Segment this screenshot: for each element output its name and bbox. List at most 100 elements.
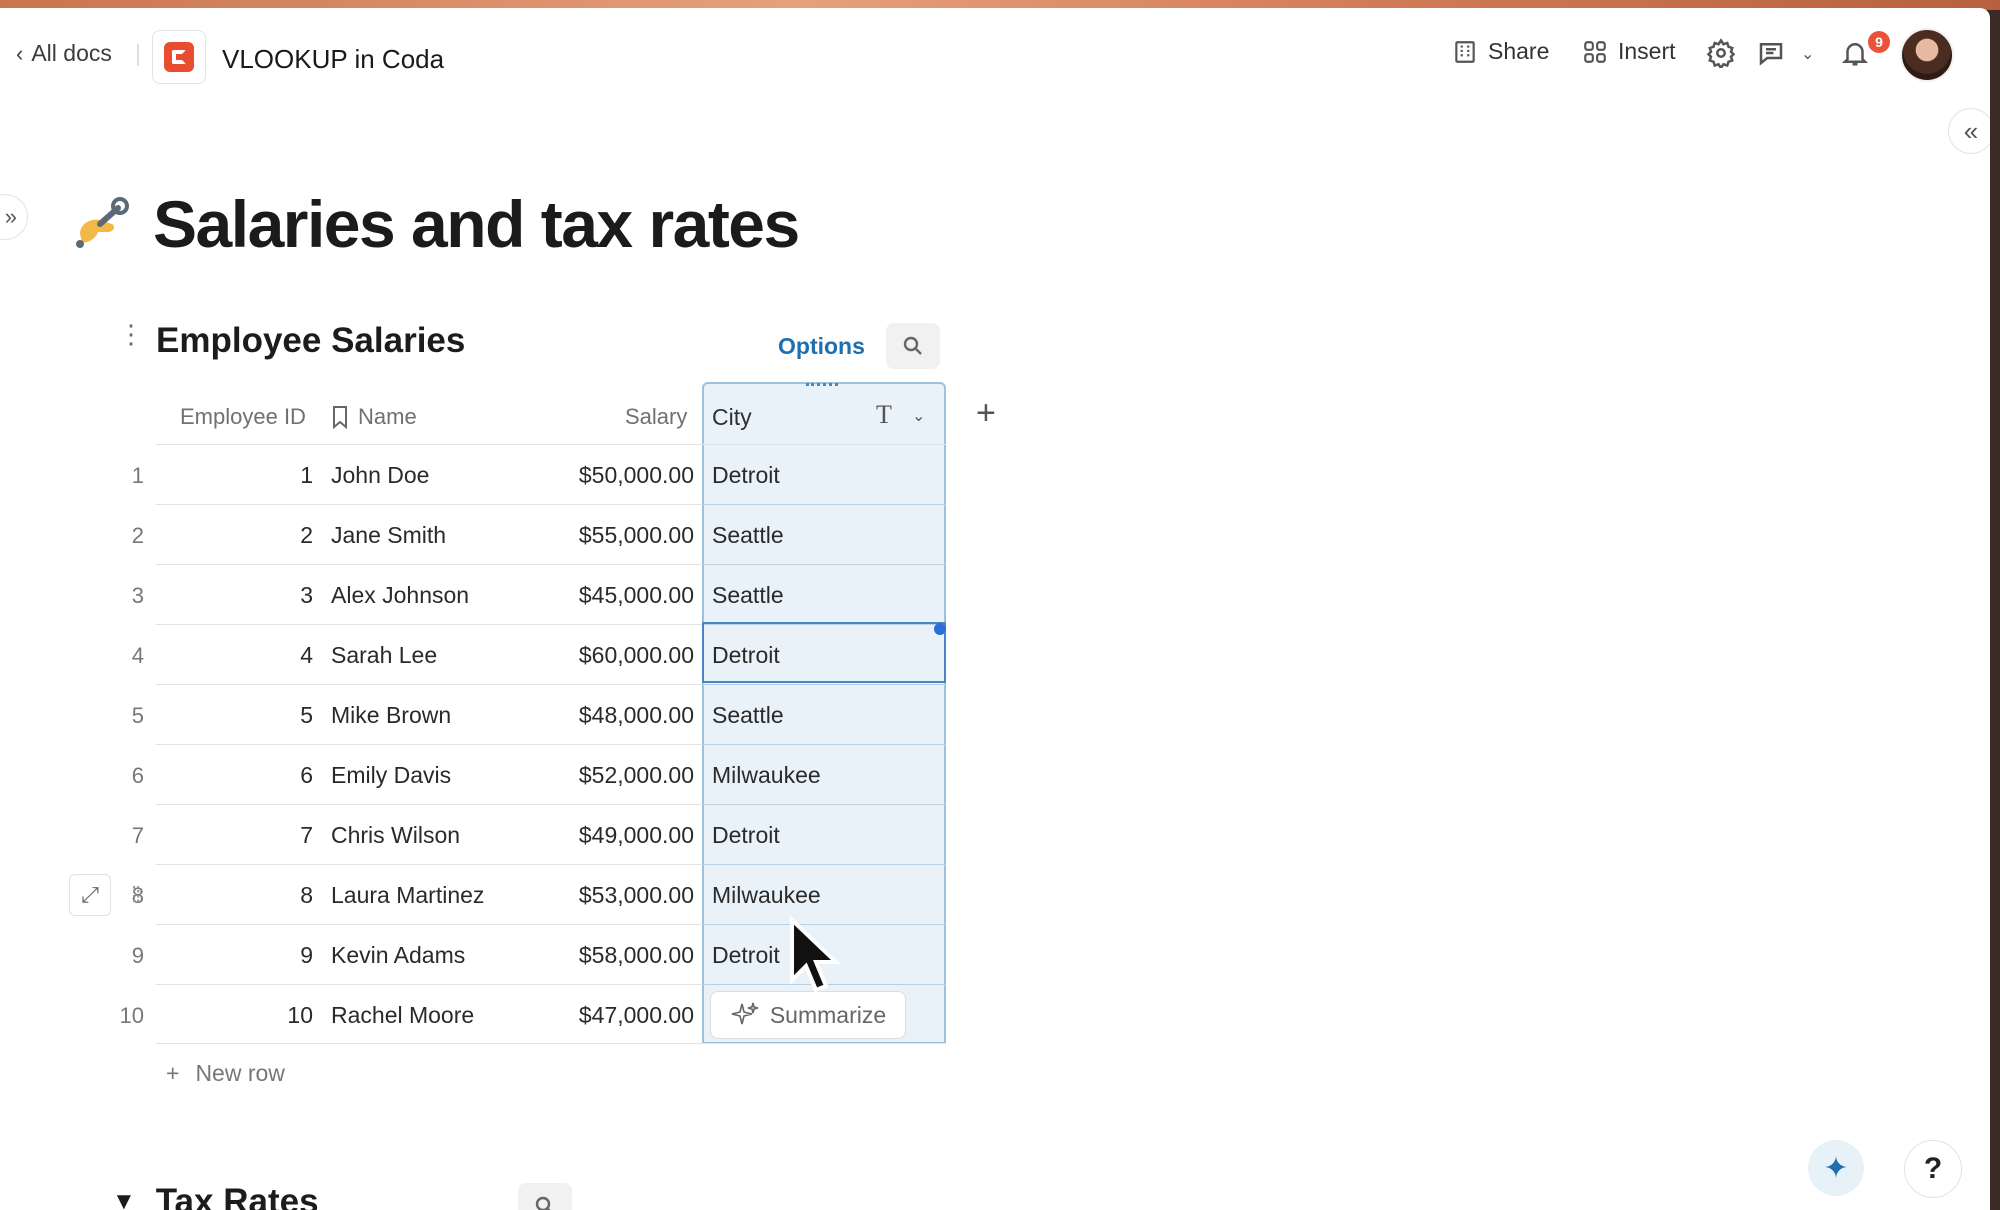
header-divider <box>137 44 139 66</box>
comments-dropdown-chevron-down-icon[interactable]: ⌄ <box>1801 44 1814 64</box>
cell-employee-id[interactable]: 9 <box>153 942 313 969</box>
cell-salary[interactable]: $47,000.00 <box>434 1002 694 1029</box>
city-row-divider <box>702 744 946 745</box>
column-header-name[interactable]: Name <box>330 404 417 430</box>
cell-salary[interactable]: $45,000.00 <box>434 582 694 609</box>
fill-handle[interactable] <box>934 623 946 635</box>
comments-button[interactable] <box>1756 38 1786 73</box>
city-row-divider <box>702 804 946 805</box>
table-bottom-border <box>156 1043 946 1044</box>
cell-salary[interactable]: $49,000.00 <box>434 822 694 849</box>
tax-rates-section-header[interactable]: ▼ Tax Rates <box>112 1182 319 1210</box>
all-docs-link[interactable]: ‹ All docs <box>16 40 112 67</box>
doc-header: ‹ All docs VLOOKUP in Coda Share Insert … <box>0 8 1990 98</box>
cell-employee-id[interactable]: 1 <box>153 462 313 489</box>
tax-table-search-button[interactable] <box>518 1183 572 1210</box>
doc-title[interactable]: VLOOKUP in Coda <box>222 44 444 75</box>
notifications-button[interactable] <box>1840 38 1870 73</box>
insert-button[interactable]: Insert <box>1582 38 1676 65</box>
cell-city[interactable]: Seattle <box>712 522 784 549</box>
cell-city[interactable]: Milwaukee <box>712 882 821 909</box>
cell-employee-id[interactable]: 6 <box>153 762 313 789</box>
doc-logo-icon[interactable] <box>152 30 206 84</box>
cell-salary[interactable]: $52,000.00 <box>434 762 694 789</box>
cell-city[interactable]: Seattle <box>712 702 784 729</box>
cell-salary[interactable]: $55,000.00 <box>434 522 694 549</box>
insert-label: Insert <box>1618 38 1676 64</box>
cell-employee-id[interactable]: 7 <box>153 822 313 849</box>
building-icon <box>1455 40 1475 63</box>
help-button[interactable]: ? <box>1904 1140 1962 1198</box>
page-title: Salaries and tax rates <box>153 187 800 261</box>
city-row-divider <box>702 684 946 685</box>
row-number: 7 <box>131 823 144 848</box>
city-row-divider <box>702 504 946 505</box>
chevron-left-icon: ‹ <box>16 40 24 66</box>
expand-sidebar-double-chevron-right-icon[interactable]: » <box>0 194 28 240</box>
row-number: 1 <box>131 463 144 488</box>
all-docs-label: All docs <box>31 40 112 66</box>
bookmark-icon <box>333 406 347 429</box>
cell-city[interactable]: Detroit <box>712 462 780 489</box>
search-icon <box>903 336 922 355</box>
wrench-hand-icon <box>76 197 129 248</box>
row-number: 9 <box>131 943 144 968</box>
row-number: 5 <box>131 703 144 728</box>
settings-button[interactable] <box>1706 38 1736 73</box>
table-options-button[interactable]: Options <box>778 333 865 360</box>
cell-salary[interactable]: $53,000.00 <box>434 882 694 909</box>
column-header-employee-id[interactable]: Employee ID <box>180 404 306 430</box>
row-number: 4 <box>131 643 144 668</box>
share-button[interactable]: Share <box>1452 38 1549 65</box>
cell-name[interactable]: Sarah Lee <box>331 642 437 669</box>
cell-employee-id[interactable]: 4 <box>153 642 313 669</box>
row-drag-grip-icon[interactable]: ⁞⁞ <box>131 882 141 908</box>
user-avatar[interactable] <box>1900 28 1954 82</box>
add-column-plus-icon[interactable]: + <box>976 394 996 433</box>
grid-icon <box>1584 40 1606 63</box>
notification-count-badge: 9 <box>1868 31 1890 53</box>
cell-employee-id[interactable]: 8 <box>153 882 313 909</box>
share-label: Share <box>1488 38 1550 64</box>
tax-rates-title: Tax Rates <box>155 1182 319 1210</box>
cell-employee-id[interactable]: 3 <box>153 582 313 609</box>
summarize-label: Summarize <box>769 1001 887 1028</box>
cell-city[interactable]: Seattle <box>712 582 784 609</box>
cell-employee-id[interactable]: 2 <box>153 522 313 549</box>
cell-salary[interactable]: $48,000.00 <box>434 702 694 729</box>
ai-assistant-sparkle-icon[interactable]: ✦ <box>1808 1140 1864 1196</box>
collapse-triangle-icon[interactable]: ▼ <box>112 1188 136 1210</box>
app-window: ‹ All docs VLOOKUP in Coda Share Insert … <box>0 8 1990 1210</box>
table-menu-kebab-icon[interactable]: ⋮ <box>118 321 144 347</box>
city-row-divider <box>702 564 946 565</box>
table-search-button[interactable] <box>886 323 940 369</box>
selected-cell-outline <box>702 622 946 683</box>
mouse-pointer-icon <box>790 916 841 993</box>
row-number: 3 <box>131 583 144 608</box>
cell-name[interactable]: Jane Smith <box>331 522 446 549</box>
text-type-icon[interactable]: T <box>876 400 892 430</box>
cell-city[interactable]: Detroit <box>712 942 780 969</box>
city-row-divider <box>702 864 946 865</box>
sparkle-icon <box>731 1002 759 1025</box>
new-row-button[interactable]: + New row <box>166 1060 285 1087</box>
table-title[interactable]: Employee Salaries <box>156 321 465 361</box>
column-drag-handle[interactable] <box>806 383 838 390</box>
column-type-chevron-down-icon[interactable]: ⌄ <box>912 406 925 426</box>
gear-icon <box>1706 38 1736 71</box>
cell-city[interactable]: Detroit <box>712 822 780 849</box>
collapse-panel-double-chevron-left-icon[interactable]: « <box>1948 108 1990 154</box>
column-header-city[interactable]: City <box>712 404 752 431</box>
cell-salary[interactable]: $50,000.00 <box>434 462 694 489</box>
row-number: 2 <box>131 523 144 548</box>
cell-city[interactable]: Milwaukee <box>712 762 821 789</box>
cell-employee-id[interactable]: 5 <box>153 702 313 729</box>
column-header-salary[interactable]: Salary <box>625 404 687 430</box>
cell-name[interactable]: John Doe <box>331 462 429 489</box>
cell-salary[interactable]: $60,000.00 <box>434 642 694 669</box>
cell-salary[interactable]: $58,000.00 <box>434 942 694 969</box>
column-header-name-label: Name <box>358 404 417 429</box>
plus-icon: + <box>166 1060 180 1086</box>
expand-row-icon[interactable]: ⤢ <box>69 874 111 916</box>
cell-employee-id[interactable]: 10 <box>153 1002 313 1029</box>
